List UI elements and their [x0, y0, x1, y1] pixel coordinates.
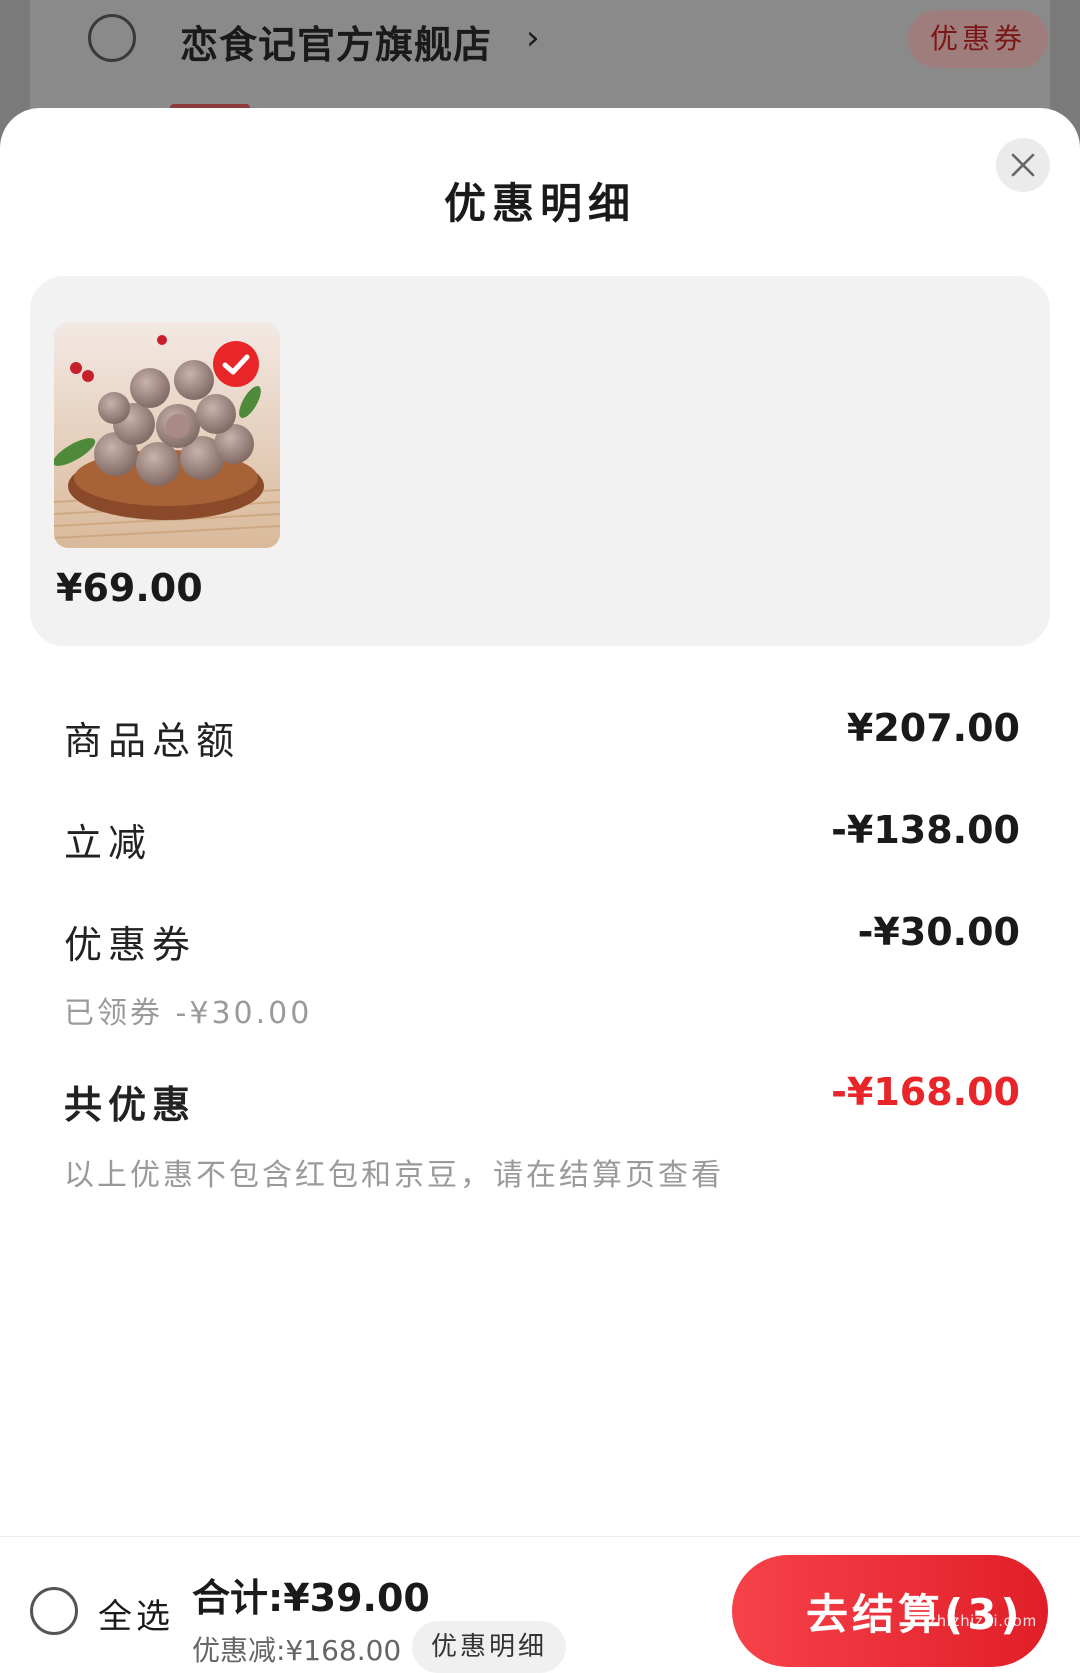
cart-discount: 优惠减:¥168.00 — [192, 1634, 402, 1667]
goods-total-value: ¥207.00 — [846, 706, 1020, 750]
instant-discount-label: 立减 — [64, 821, 153, 865]
discount-detail-sheet: 优惠明细 ¥69.00 商品总额 ¥207.00 立减 -¥138.00 优惠券… — [0, 108, 1080, 1673]
select-all-radio[interactable] — [30, 1587, 78, 1635]
sheet-title: 优惠明细 — [443, 179, 636, 228]
coupon-claimed-note: 已领券 -¥30.00 — [64, 996, 313, 1031]
total-discount-label: 共优惠 — [64, 1083, 197, 1127]
close-icon — [1011, 153, 1035, 177]
cart-bottom-bar: 全选 合计:¥39.00 优惠减:¥168.00 优惠明细 去结算(3) zhi… — [0, 1536, 1080, 1673]
store-coupon-tag: 优惠券 — [908, 10, 1048, 68]
discount-note: 以上优惠不包含红包和京豆，请在结算页查看 — [64, 1158, 724, 1193]
select-all-label[interactable]: 全选 — [98, 1589, 174, 1638]
product-card: ¥69.00 — [30, 276, 1050, 646]
chevron-right-icon: › — [526, 18, 540, 58]
product-thumbnail — [54, 322, 280, 548]
goods-total-label: 商品总额 — [64, 719, 241, 763]
cart-total: 合计:¥39.00 — [192, 1576, 430, 1620]
watermark: zhizhizhi.com — [928, 1613, 1038, 1630]
coupon-label: 优惠券 — [64, 923, 197, 967]
instant-discount-value: -¥138.00 — [831, 808, 1020, 852]
checkout-button[interactable]: 去结算(3) — [732, 1555, 1048, 1667]
store-select-radio — [88, 14, 136, 62]
total-discount-value: -¥168.00 — [831, 1070, 1020, 1114]
close-button[interactable] — [996, 138, 1050, 192]
coupon-value: -¥30.00 — [857, 910, 1020, 954]
store-name: 恋食记官方旗舰店 — [180, 23, 493, 67]
discount-detail-button[interactable]: 优惠明细 — [412, 1621, 566, 1673]
checkout-button-label: 去结算(3) — [806, 1589, 1024, 1639]
product-price: ¥69.00 — [56, 566, 203, 610]
selected-check-icon — [213, 341, 259, 387]
